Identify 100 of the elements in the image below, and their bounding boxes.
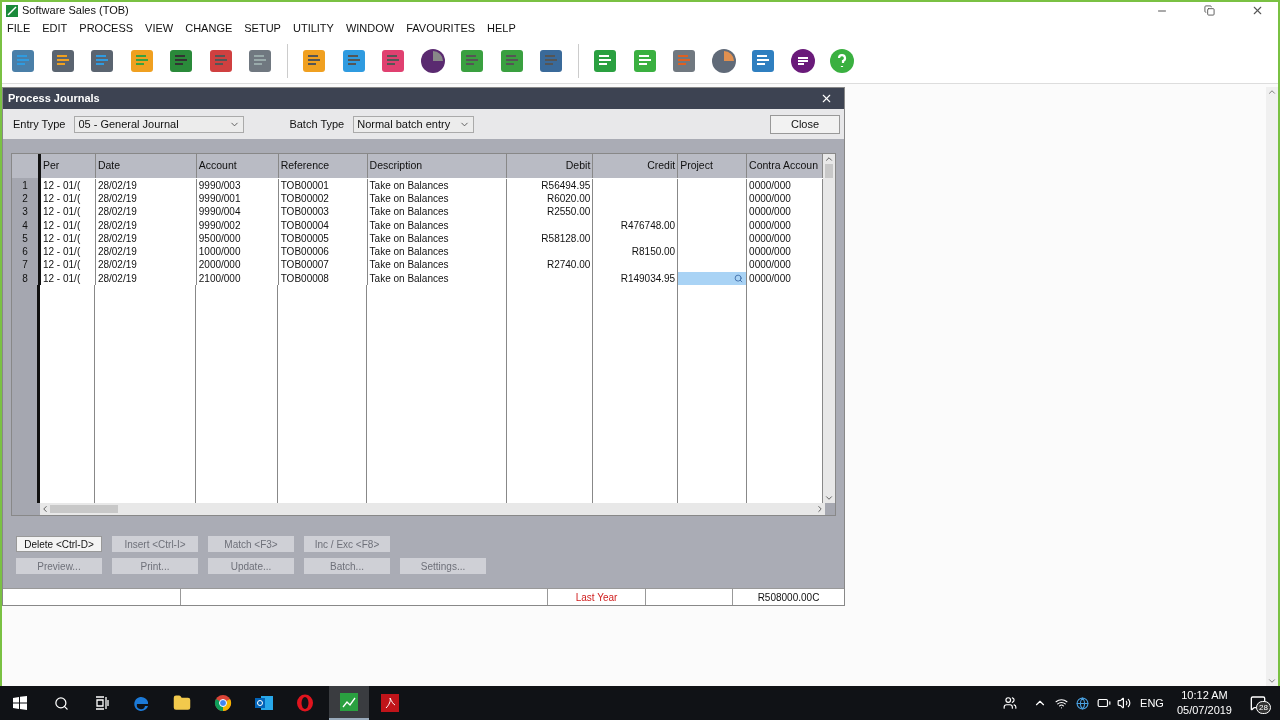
windows-logo-icon[interactable] <box>13 696 27 710</box>
table-cell: 28/02/19 <box>97 273 137 284</box>
table-cell: 28/02/19 <box>97 260 137 271</box>
edge-browser-icon[interactable] <box>132 694 150 712</box>
clock[interactable]: 10:12 AM 05/07/2019 <box>1176 688 1232 718</box>
table-cell: 12 - 01/( <box>42 233 81 244</box>
battery-icon[interactable] <box>1097 696 1112 710</box>
globe-icon[interactable] <box>1076 696 1090 710</box>
table-cell: 28/02/19 <box>97 207 137 218</box>
period-status: Last Year <box>575 590 618 605</box>
dialog-title: Process Journals <box>8 91 100 107</box>
batch-type-dropdown[interactable]: Normal batch entry <box>353 115 475 133</box>
menu-item[interactable]: FAVOURITES <box>406 20 476 37</box>
table-cell: TOB00004 <box>280 220 329 231</box>
vertical-scrollbar[interactable] <box>823 154 835 503</box>
table-cell: R8150.00 <box>631 247 676 258</box>
horizontal-scrollbar[interactable] <box>40 503 825 515</box>
scroll-down-icon[interactable] <box>824 493 834 503</box>
opera-browser-icon[interactable] <box>296 694 314 712</box>
entry-type-dropdown[interactable]: 05 - General Journal <box>74 115 245 133</box>
folder-icon[interactable] <box>173 694 191 712</box>
menu-item[interactable]: PROCESS <box>79 20 134 37</box>
table-cell: 12 - 01/( <box>42 220 81 231</box>
table-cell: 0000/000 <box>749 193 791 204</box>
table-row[interactable]: 8 12 - 01/( 28/02/19 2100/000 TOB00008 Take on Balances R149034.95 0000/000 <box>12 272 823 286</box>
table-cell: 0000/000 <box>749 273 791 284</box>
table-cell: R6020.00 <box>546 193 591 204</box>
table-cell: 28/02/19 <box>97 220 137 231</box>
help-icon[interactable] <box>829 47 855 74</box>
row-number: 5 <box>22 233 28 244</box>
row-number: 8 <box>22 273 28 284</box>
close-icon[interactable] <box>820 92 833 105</box>
table-cell: 0000/000 <box>749 247 791 258</box>
close-icon[interactable] <box>1251 4 1264 17</box>
selected-cell[interactable] <box>678 272 747 286</box>
menu-item[interactable]: VIEW <box>145 20 174 37</box>
table-row[interactable]: 6 12 - 01/( 28/02/19 1000/000 TOB00006 Take on Balances R8150.00 0000/000 <box>12 245 823 259</box>
menu-item[interactable]: EDIT <box>42 20 68 37</box>
table-row[interactable]: 2 12 - 01/( 28/02/19 9990/001 TOB00002 Take on Balances R6020.00 0000/000 <box>12 192 823 206</box>
table-cell: R149034.95 <box>620 273 676 284</box>
table-cell: TOB00007 <box>280 260 329 271</box>
scroll-right-icon[interactable] <box>815 504 825 514</box>
row-number: 7 <box>22 260 28 271</box>
table-cell: 9990/003 <box>198 180 241 191</box>
menu-item[interactable]: CHANGE <box>185 20 233 37</box>
table-row[interactable]: 7 12 - 01/( 28/02/19 2000/000 TOB00007 Take on Balances R2740.00 0000/000 <box>12 258 823 273</box>
table-cell: Take on Balances <box>369 207 449 218</box>
action-button[interactable]: Delete <Ctrl-D> <box>16 536 102 552</box>
table-row[interactable]: 4 12 - 01/( 28/02/19 9990/002 TOB00004 Take on Balances R476748.00 0000/000 <box>12 218 823 233</box>
table-cell: 12 - 01/( <box>42 247 81 258</box>
people-icon[interactable] <box>1003 696 1018 710</box>
table-cell: 9500/000 <box>198 233 241 244</box>
field-label: Entry Type <box>13 116 66 132</box>
table-cell: 2000/000 <box>198 260 241 271</box>
menu-item[interactable]: UTILITY <box>292 20 334 37</box>
table-row[interactable]: 5 12 - 01/( 28/02/19 9500/000 TOB00005 Take on Balances R58128.00 0000/000 <box>12 232 823 246</box>
active-app-tab[interactable] <box>329 686 369 720</box>
table-row[interactable]: 3 12 - 01/( 28/02/19 9990/004 TOB00003 Take on Balances R2550.00 0000/000 <box>12 205 823 219</box>
table-cell: 0000/000 <box>749 233 791 244</box>
clock-date: 05/07/2019 <box>1176 703 1232 718</box>
table-cell: 9990/002 <box>198 220 241 231</box>
search-icon[interactable] <box>54 695 69 711</box>
menu-item[interactable]: WINDOW <box>345 20 395 37</box>
scroll-up-icon[interactable] <box>824 154 834 164</box>
restore-icon[interactable] <box>1204 5 1215 16</box>
close-button[interactable]: Close <box>770 114 840 134</box>
table-cell: R2740.00 <box>546 260 591 271</box>
pie-chart-icon[interactable] <box>419 47 446 74</box>
scrollbar-thumb[interactable] <box>50 505 118 513</box>
table-cell: 0000/000 <box>749 220 791 231</box>
table-cell: 12 - 01/( <box>42 180 81 191</box>
wifi-icon[interactable] <box>1055 696 1069 710</box>
balance-status: R508000.00C <box>757 590 820 605</box>
scroll-left-icon[interactable] <box>40 504 50 514</box>
menu-item[interactable]: HELP <box>487 20 516 37</box>
field-label: Batch Type <box>289 116 345 132</box>
chat-icon[interactable] <box>789 47 816 74</box>
chrome-browser-icon[interactable] <box>214 694 232 712</box>
volume-icon[interactable] <box>1117 696 1132 710</box>
table-cell: 12 - 01/( <box>42 260 81 271</box>
table-cell: 1000/000 <box>198 247 241 258</box>
table-cell: Take on Balances <box>369 273 449 284</box>
table-cell: 28/02/19 <box>97 247 137 258</box>
clock-time: 10:12 AM <box>1181 688 1228 703</box>
task-view-icon[interactable] <box>95 696 109 710</box>
menu-item[interactable]: SETUP <box>244 20 281 37</box>
outlook-icon[interactable] <box>255 694 273 712</box>
table-cell: 12 - 01/( <box>42 193 81 204</box>
row-number: 6 <box>22 247 28 258</box>
language-indicator[interactable]: ENG <box>1140 694 1164 712</box>
app-logo-icon <box>6 4 18 17</box>
table-cell: 2100/000 <box>198 273 241 284</box>
row-number: 1 <box>22 180 28 191</box>
table-row[interactable]: 1 12 - 01/( 28/02/19 9990/003 TOB00001 Take on Balances R56494.95 0000/000 <box>12 179 823 193</box>
table-cell: TOB00003 <box>280 207 329 218</box>
scrollbar-thumb[interactable] <box>825 164 833 178</box>
table-cell: 12 - 01/( <box>42 207 81 218</box>
pdf-reader-icon[interactable] <box>381 694 399 712</box>
menu-item[interactable]: FILE <box>7 20 31 37</box>
table-cell: 28/02/19 <box>97 233 137 244</box>
